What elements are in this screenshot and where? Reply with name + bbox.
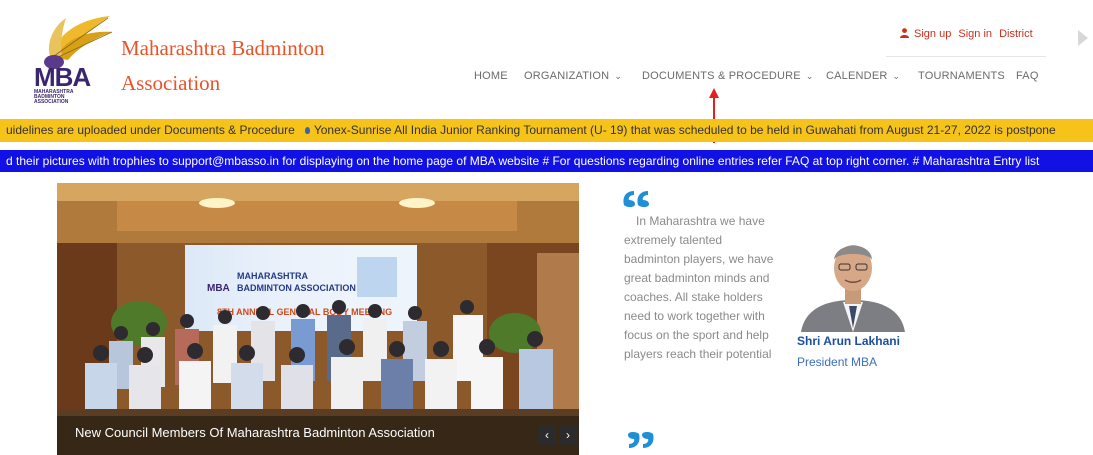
sign-up-link[interactable]: Sign up [914,28,951,40]
nav-calender[interactable]: CALENDER ⌄ [826,70,900,82]
ticker-item[interactable]: d their pictures with trophies to suppor… [6,154,1039,168]
news-ticker-yellow[interactable]: uidelines are uploaded under Documents &… [0,119,1093,142]
banner-title-line1: MAHARASHTRA [237,271,308,281]
quote-open-icon [623,191,649,207]
president-quote: In Maharashtra we have extremely talente… [624,212,774,364]
shuttle-bullet-icon [304,127,310,134]
nav-calender-label: CALENDER [826,70,888,82]
nav-home[interactable]: HOME [474,70,508,82]
nav-organization[interactable]: ORGANIZATION ⌄ [524,70,622,82]
logo-text: MBA [34,62,91,92]
chevron-down-icon: ⌄ [805,71,814,81]
president-name[interactable]: Shri Arun Lakhani [797,334,900,348]
chevron-down-icon: ⌄ [614,71,623,81]
quote-close-icon [628,432,654,448]
expand-arrow-icon[interactable] [1078,30,1088,46]
page: MBA MAHARASHTRA BADMINTON ASSOCIATION Ma… [0,0,1093,455]
nav-organization-label: ORGANIZATION [524,70,610,82]
user-icon [900,28,909,38]
site-title-line2[interactable]: Association [121,71,220,96]
nav-documents[interactable]: DOCUMENTS & PROCEDURE ⌄ [642,70,814,82]
svg-text:ASSOCIATION: ASSOCIATION [34,99,69,105]
chevron-down-icon: ⌄ [892,71,901,81]
quote-text: In Maharashtra we have extremely talente… [624,214,774,361]
nav-tournaments-label: TOURNAMENTS [918,70,1005,82]
district-link[interactable]: District [999,28,1033,40]
site-title-line1[interactable]: Maharashtra Badminton [121,36,325,61]
ticker-item[interactable]: uidelines are uploaded under Documents &… [6,123,295,137]
mba-logo[interactable]: MBA MAHARASHTRA BADMINTON ASSOCIATION [32,10,118,105]
sign-in-link[interactable]: Sign in [958,28,992,40]
divider [886,56,1046,57]
banner-title-line2: BADMINTON ASSOCIATION [237,283,356,293]
nav-faq[interactable]: FAQ [1016,70,1039,82]
nav-documents-label: DOCUMENTS & PROCEDURE [642,70,801,82]
nav-faq-label: FAQ [1016,70,1039,82]
slider-prev-button[interactable]: ‹ [538,425,556,445]
slider-caption[interactable]: New Council Members Of Maharashtra Badmi… [75,425,435,440]
news-ticker-blue[interactable]: d their pictures with trophies to suppor… [0,150,1093,172]
president-photo [797,230,909,332]
banner-logo-text: MBA [207,283,230,294]
nav-tournaments[interactable]: TOURNAMENTS [918,70,1005,82]
ticker-item[interactable]: Yonex-Sunrise All India Junior Ranking T… [314,123,1056,137]
nav-home-label: HOME [474,70,508,82]
account-links: Sign up Sign in District [900,28,1037,40]
slider-next-button[interactable]: › [559,425,577,445]
slider-image[interactable]: MBA MAHARASHTRA BADMINTON ASSOCIATION 8T… [57,183,579,455]
president-title: President MBA [797,355,878,369]
